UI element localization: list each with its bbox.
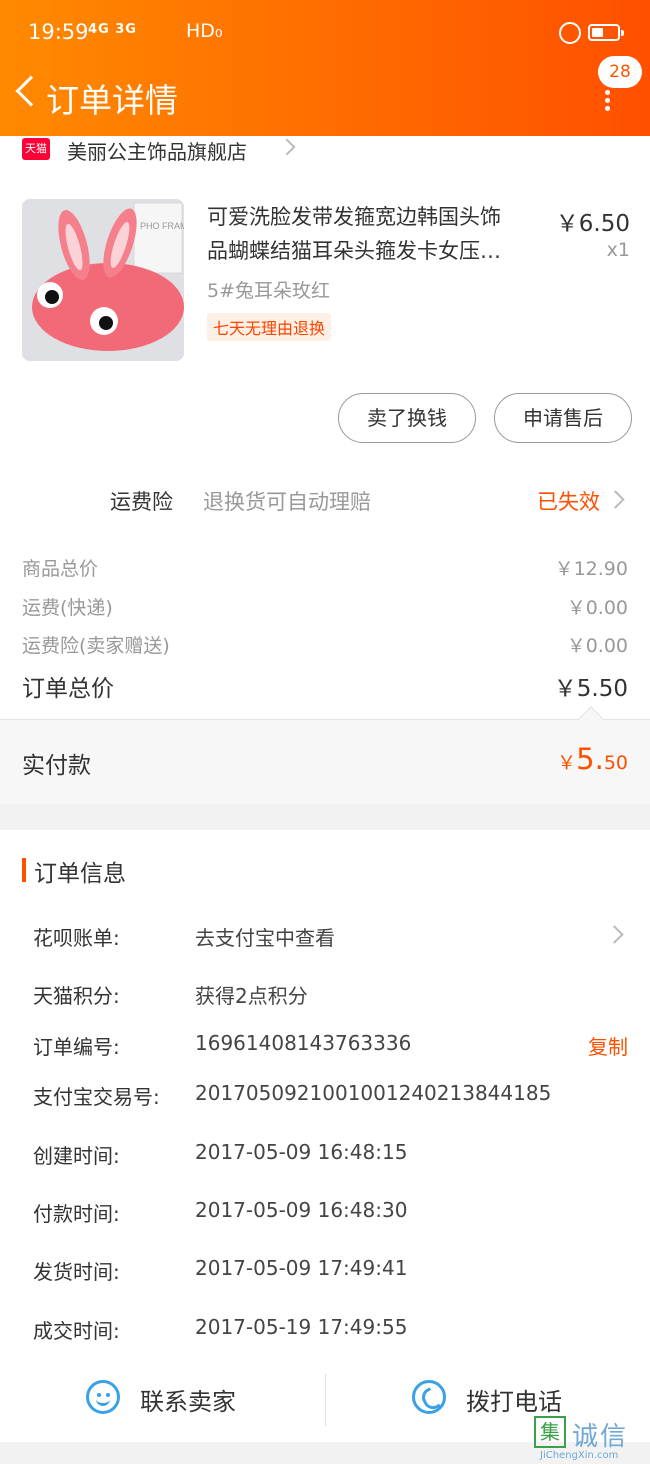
product-thumbnail[interactable]: PHO FRAME (22, 199, 184, 361)
info-key: 花呗账单: (33, 926, 120, 950)
order-info-card: 订单信息 花呗账单: 去支付宝中查看 天猫积分: 获得2点积分 订单编号: 16… (0, 830, 650, 1442)
order-total-row: 订单总价 ￥5.50 (22, 669, 628, 703)
info-key: 发货时间: (33, 1260, 120, 1284)
status-time: 19:59 (28, 20, 89, 44)
copy-button[interactable]: 复制 (588, 1031, 628, 1060)
hd-indicator: HD₀ (186, 20, 223, 42)
info-key: 订单编号: (33, 1035, 120, 1059)
watermark-text: 诚信 (572, 1422, 629, 1452)
fee-value: ￥0.00 (566, 597, 628, 619)
fee-row-insurance: 运费险(卖家赠送) ￥0.00 (22, 631, 628, 658)
paid-amount: ￥5.50 (557, 742, 628, 776)
product-quantity: x1 (606, 239, 630, 261)
divider (325, 1374, 326, 1426)
contact-seller-button[interactable]: 联系卖家 (86, 1370, 286, 1442)
watermark-url: JiChengXin.com (540, 1450, 619, 1461)
top-header: 19:59 4G 3G HD₀ 订单详情 28 (0, 0, 650, 136)
chat-face-icon (86, 1380, 120, 1414)
order-total-label: 订单总价 (22, 676, 114, 702)
info-value: 2017050921001001240213844185 (195, 1081, 552, 1105)
info-value: 2017-05-19 17:49:55 (195, 1315, 408, 1339)
info-key: 天猫积分: (33, 984, 120, 1008)
status-bar: 19:59 4G 3G HD₀ (0, 0, 650, 66)
sell-button[interactable]: 卖了换钱 (338, 393, 476, 443)
after-sale-button[interactable]: 申请售后 (494, 393, 632, 443)
fee-label: 运费险(卖家赠送) (22, 635, 170, 657)
shipping-insurance-desc: 退换货可自动理赔 (203, 490, 371, 514)
product-sku: 5#兔耳朵玫红 (207, 280, 331, 302)
info-key: 支付宝交易号: (33, 1085, 160, 1109)
alarm-icon (559, 22, 581, 44)
info-key: 付款时间: (33, 1202, 120, 1226)
info-value: 2017-05-09 17:49:41 (195, 1256, 408, 1280)
watermark-box: 集 (534, 1416, 566, 1448)
fee-row-shipping: 运费(快递) ￥0.00 (22, 593, 628, 620)
paid-label: 实付款 (22, 753, 91, 779)
info-value: 获得2点积分 (195, 984, 308, 1008)
watermark: 集 诚信 JiChengXin.com (534, 1414, 650, 1464)
paid-amount-block: 实付款 ￥5.50 (0, 720, 650, 804)
fee-label: 运费(快递) (22, 597, 113, 619)
back-button[interactable] (8, 72, 48, 118)
page-title: 订单详情 (46, 81, 178, 120)
return-policy-tag: 七天无理由退换 (207, 313, 332, 341)
fee-value: ￥0.00 (566, 635, 628, 657)
info-value: 16961408143763336 (195, 1031, 412, 1055)
info-value: 2017-05-09 16:48:15 (195, 1140, 408, 1164)
order-info-title: 订单信息 (34, 861, 126, 887)
order-summary-card: 天猫 美丽公主饰品旗舰店 PHO FRAME 可爱洗脸发带发箍宽边韩国头饰 品蝴… (0, 136, 650, 804)
order-total-value: ￥5.50 (553, 676, 628, 702)
product-image: PHO FRAME (22, 199, 184, 361)
info-key: 创建时间: (33, 1144, 120, 1168)
info-value: 2017-05-09 16:48:30 (195, 1198, 408, 1222)
section-accent-bar (22, 858, 26, 882)
thumb-text: PHO FRAME (140, 221, 184, 231)
chevron-left-icon (15, 75, 47, 107)
message-count-badge[interactable]: 28 (598, 56, 642, 88)
chevron-right-icon (605, 925, 624, 944)
chevron-right-icon[interactable] (278, 138, 296, 156)
fee-row-goods-total: 商品总价 ￥12.90 (22, 554, 628, 581)
call-phone-label: 拨打电话 (466, 1388, 562, 1416)
product-title[interactable]: 可爱洗脸发带发箍宽边韩国头饰 品蝴蝶结猫耳朵头箍发卡女压… (207, 200, 542, 268)
fee-value: ￥12.90 (554, 558, 628, 580)
battery-icon (588, 24, 624, 41)
fee-label: 商品总价 (22, 558, 99, 580)
product-title-line2: 品蝴蝶结猫耳朵头箍发卡女压… (207, 239, 501, 263)
chevron-right-icon[interactable] (606, 490, 625, 509)
shipping-insurance-label: 运费险 (110, 490, 173, 514)
shipping-insurance-status[interactable]: 已失效 (537, 486, 600, 516)
paid-currency: ￥ (557, 752, 577, 774)
phone-icon (412, 1380, 446, 1414)
info-value: 去支付宝中查看 (195, 926, 335, 950)
paid-integer: 5. (576, 742, 604, 776)
paid-decimal: 50 (603, 752, 628, 774)
more-menu-icon[interactable] (600, 90, 614, 111)
tmall-logo: 天猫 (22, 138, 50, 160)
shop-name[interactable]: 美丽公主饰品旗舰店 (67, 136, 247, 165)
signal-icon: 4G 3G (88, 22, 137, 37)
product-price: ￥6.50 (555, 211, 630, 237)
info-key: 成交时间: (33, 1319, 120, 1343)
product-title-line1: 可爱洗脸发带发箍宽边韩国头饰 (207, 205, 501, 229)
contact-seller-label: 联系卖家 (140, 1388, 236, 1416)
